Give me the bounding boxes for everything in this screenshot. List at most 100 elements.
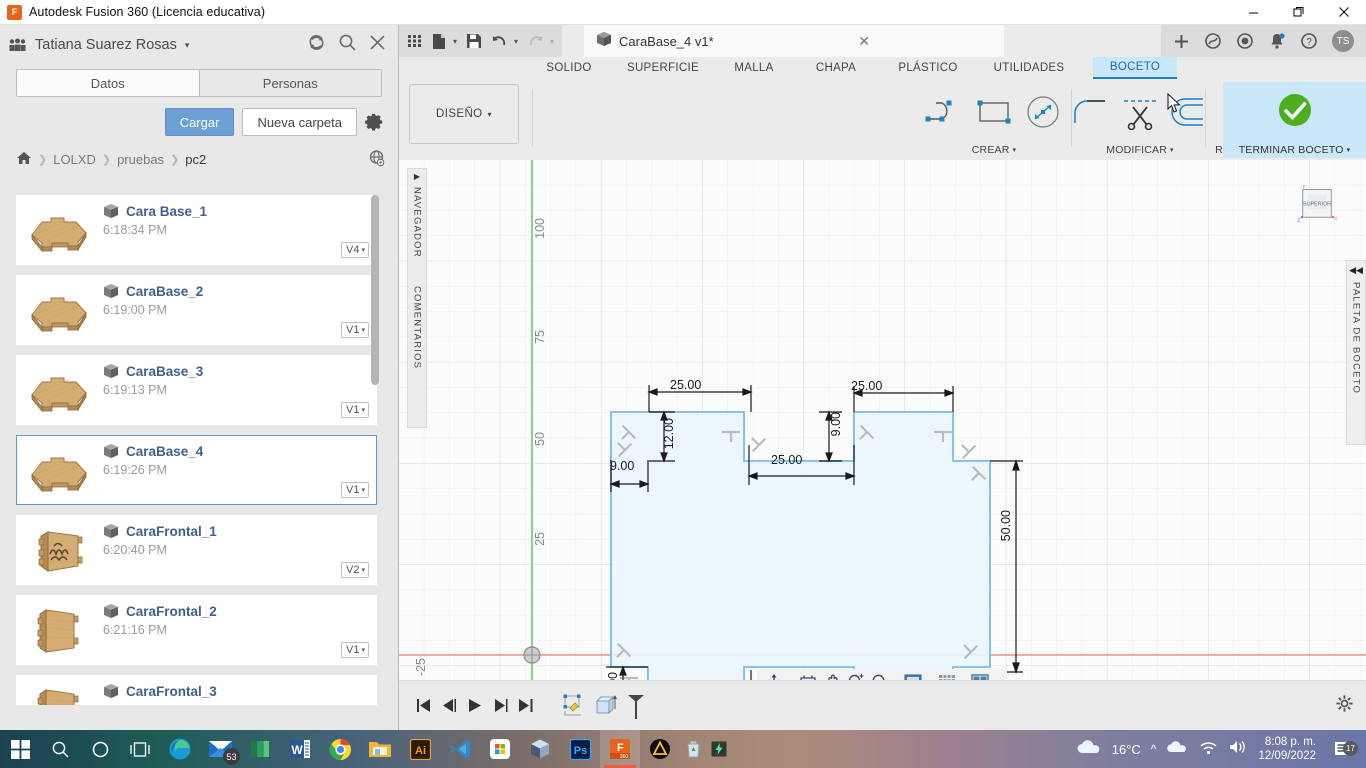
- palette-collapse-arrow[interactable]: ◀◀: [1349, 265, 1363, 276]
- job-status-icon[interactable]: [1236, 32, 1254, 50]
- view-cube[interactable]: SUPERIOR Y X Z: [1291, 185, 1343, 231]
- store-button[interactable]: [480, 730, 520, 768]
- task-view-button[interactable]: [120, 730, 160, 768]
- ribbon-tab-superficie[interactable]: SUPERFICIE: [620, 57, 706, 79]
- list-item[interactable]: CaraFrontal_1 6:20:40 PM V2 ▾: [16, 515, 377, 585]
- sketch-canvas[interactable]: 25.00 25.00 25.00 12.00 9.00 9.00 50.00 …: [399, 160, 1366, 705]
- breadcrumb-item-pruebas[interactable]: pruebas: [117, 152, 164, 167]
- version-badge[interactable]: V2 ▾: [341, 562, 369, 578]
- search-icon[interactable]: [338, 33, 357, 57]
- workspace-selector[interactable]: DISEÑO ▾: [409, 84, 519, 144]
- app-grid-icon[interactable]: [407, 33, 423, 49]
- mail-button[interactable]: 53: [200, 730, 240, 768]
- version-badge[interactable]: V1 ▾: [341, 402, 369, 418]
- list-item[interactable]: CaraBase_3 6:19:13 PM V1 ▾: [16, 355, 377, 425]
- redo-icon[interactable]: [527, 33, 544, 49]
- wifi-icon[interactable]: [1198, 739, 1218, 760]
- version-badge[interactable]: V1 ▾: [341, 642, 369, 658]
- ribbon-tab-chapa[interactable]: CHAPA: [808, 57, 864, 79]
- photoshop-button[interactable]: Ps: [560, 730, 600, 768]
- minimize-button[interactable]: [1231, 0, 1276, 25]
- dimension-top-right-notch-width[interactable]: 25.00: [851, 379, 882, 393]
- new-tab-button[interactable]: [1173, 33, 1190, 50]
- onedrive-icon[interactable]: [1166, 739, 1188, 759]
- clock[interactable]: 8:08 p. m. 12/09/2022: [1258, 735, 1316, 763]
- timeline-last-button[interactable]: [513, 691, 539, 721]
- chrome-button[interactable]: [320, 730, 360, 768]
- file-list-scrollbar-thumb[interactable]: [371, 195, 379, 385]
- word-button[interactable]: W: [280, 730, 320, 768]
- version-badge[interactable]: V1 ▾: [341, 482, 369, 498]
- timeline-settings-gear-icon[interactable]: [1335, 694, 1354, 718]
- maximize-button[interactable]: [1276, 0, 1321, 25]
- create-rectangle-button[interactable]: [971, 89, 1017, 135]
- undo-caret[interactable]: ▾: [514, 37, 518, 46]
- file-list-scrollbar-track[interactable]: [371, 195, 389, 705]
- chevron-up-icon[interactable]: ^: [1151, 742, 1157, 756]
- timeline-play-button[interactable]: [461, 691, 487, 721]
- fillet-button[interactable]: [1068, 89, 1114, 135]
- dimension-top-left-notch-width[interactable]: 25.00: [670, 378, 701, 392]
- browser-side-tabs[interactable]: ▶ NAVEGADOR COMENTARIOS: [407, 168, 427, 428]
- search-button[interactable]: [40, 730, 80, 768]
- bell-icon[interactable]: [1268, 32, 1286, 50]
- flash-button[interactable]: [706, 730, 732, 768]
- file-explorer-button[interactable]: [360, 730, 400, 768]
- sidebar-item-navegador[interactable]: NAVEGADOR: [412, 187, 423, 258]
- undo-icon[interactable]: [491, 33, 508, 49]
- home-icon[interactable]: [16, 151, 32, 168]
- list-item[interactable]: CaraFrontal_2 6:21:16 PM V1 ▾: [16, 595, 377, 665]
- speaker-icon[interactable]: [1228, 739, 1248, 760]
- trim-button[interactable]: [1117, 89, 1163, 135]
- create-line-button[interactable]: [922, 89, 968, 135]
- dimension-top-center-notch-depth[interactable]: 9.00: [829, 412, 843, 436]
- refresh-icon[interactable]: [307, 33, 326, 57]
- ribbon-tab-plstico[interactable]: PLÁSTICO: [892, 57, 964, 79]
- broom-icon[interactable]: [621, 691, 647, 721]
- document-tab-close-icon[interactable]: ✕: [852, 33, 876, 50]
- help-icon[interactable]: ?: [1300, 32, 1318, 50]
- cloud-icon[interactable]: [1076, 738, 1102, 761]
- tab-datos[interactable]: Datos: [17, 70, 199, 96]
- start-button[interactable]: [0, 730, 40, 768]
- ribbon-tab-solido[interactable]: SOLIDO: [536, 57, 602, 79]
- new-folder-button[interactable]: Nueva carpeta: [242, 108, 357, 136]
- excel-button[interactable]: [240, 730, 280, 768]
- autodesk-button[interactable]: [640, 730, 680, 768]
- document-tab[interactable]: CaraBase_4 v1* ✕: [584, 25, 1004, 57]
- sketch-feature-icon[interactable]: [557, 691, 591, 721]
- upload-button[interactable]: Cargar: [164, 108, 235, 136]
- extensions-icon[interactable]: [1204, 32, 1222, 50]
- notification-center-button[interactable]: 17: [1326, 740, 1360, 758]
- sketch-palette-tab[interactable]: ◀◀ PALETA DE BOCETO: [1346, 260, 1366, 445]
- 3d-viewer-button[interactable]: [520, 730, 560, 768]
- recycle-bin-button[interactable]: [680, 730, 706, 768]
- timeline-next-button[interactable]: [487, 691, 513, 721]
- timeline-prev-button[interactable]: [435, 691, 461, 721]
- dimension-top-center-gap-width[interactable]: 25.00: [771, 453, 802, 467]
- browser-expand-arrow[interactable]: ▶: [414, 172, 420, 181]
- close-icon[interactable]: [369, 34, 386, 56]
- timeline-first-button[interactable]: [409, 691, 435, 721]
- tab-personas[interactable]: Personas: [198, 70, 381, 96]
- extrude-feature-icon[interactable]: [591, 691, 621, 721]
- list-item[interactable]: CaraFrontal_3 6:21:29 PM V3 ▾: [16, 675, 377, 705]
- breadcrumb-item-pc2[interactable]: pc2: [185, 152, 206, 167]
- redo-caret[interactable]: ▾: [550, 37, 554, 46]
- ribbon-tab-utilidades[interactable]: UTILIDADES: [986, 57, 1072, 79]
- dimension-right-overall-height[interactable]: 50.00: [999, 510, 1013, 541]
- ribbon-tab-boceto[interactable]: BOCETO: [1093, 57, 1177, 79]
- vscode-button[interactable]: [440, 730, 480, 768]
- new-file-caret[interactable]: ▾: [453, 37, 457, 46]
- illustrator-button[interactable]: Ai: [400, 730, 440, 768]
- file-list[interactable]: Cara Base_1 6:18:34 PM V4 ▾ CaraBase_2 6…: [0, 195, 399, 705]
- edge-button[interactable]: [160, 730, 200, 768]
- sidebar-item-comentarios[interactable]: COMENTARIOS: [412, 286, 423, 369]
- list-item[interactable]: Cara Base_1 6:18:34 PM V4 ▾: [16, 195, 377, 265]
- gear-icon[interactable]: [365, 113, 384, 132]
- ribbon-group-crear-label[interactable]: CREAR ▾: [972, 142, 1016, 158]
- list-item[interactable]: CaraBase_4 6:19:26 PM V1 ▾: [16, 435, 377, 505]
- avatar[interactable]: TS: [1332, 30, 1354, 52]
- dimension-left-edge-offset[interactable]: 9.00: [610, 459, 634, 473]
- ribbon-group-modificar-label[interactable]: MODIFICAR ▾: [1106, 142, 1173, 158]
